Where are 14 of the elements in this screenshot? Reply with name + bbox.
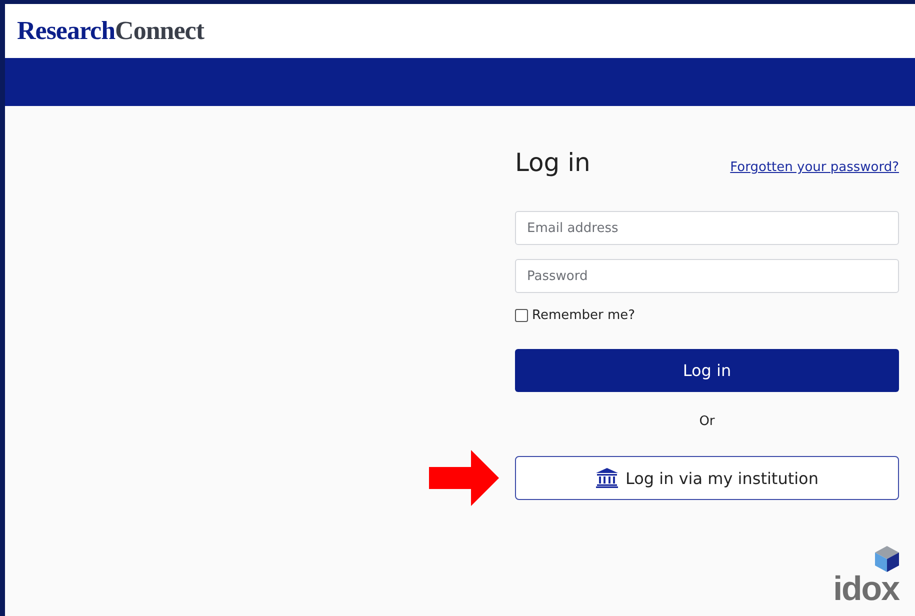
forgot-password-link[interactable]: Forgotten your password? xyxy=(730,160,899,175)
remember-label: Remember me? xyxy=(532,308,636,323)
password-field[interactable]: Password xyxy=(515,259,899,293)
or-separator: Or xyxy=(698,414,716,429)
institution-login-button[interactable]: Log in via my institution xyxy=(515,456,899,500)
building-icon xyxy=(596,468,618,488)
brand-logo: idox xyxy=(833,572,899,606)
cube-icon xyxy=(875,546,899,572)
site-logo[interactable]: ResearchConnect xyxy=(17,16,204,46)
remember-checkbox[interactable] xyxy=(515,309,528,322)
pointer-arrow xyxy=(429,450,499,506)
login-button[interactable]: Log in xyxy=(515,349,899,392)
email-field[interactable]: Email address xyxy=(515,211,899,245)
page-title: Log in xyxy=(515,148,590,177)
